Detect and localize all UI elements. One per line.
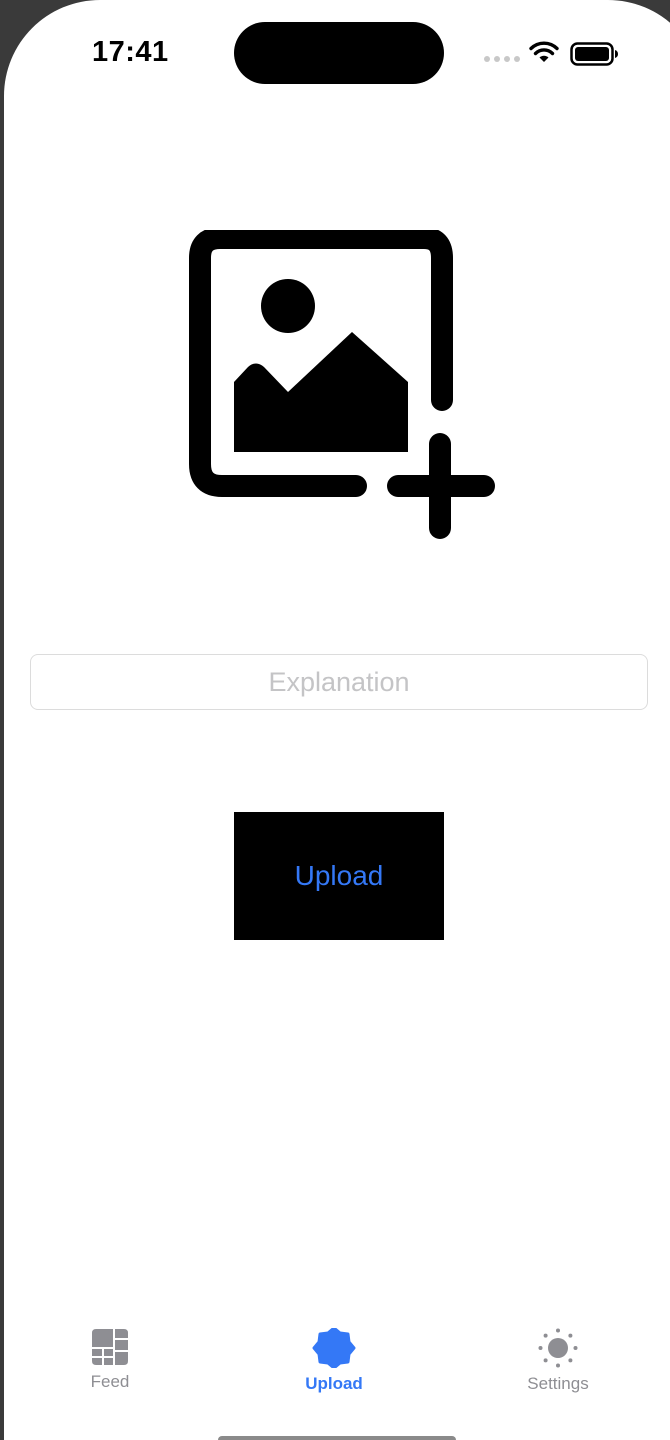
tab-upload-label: Upload <box>305 1374 363 1393</box>
tab-settings[interactable]: Settings <box>488 1328 628 1408</box>
battery-icon <box>570 42 618 66</box>
explanation-input[interactable] <box>30 654 648 710</box>
wifi-icon <box>529 41 559 62</box>
sun-icon <box>538 1328 578 1368</box>
tab-feed-label: Feed <box>90 1372 130 1391</box>
screen: 17:41 Up <box>4 0 670 1440</box>
home-indicator <box>218 1436 456 1440</box>
status-indicators <box>484 38 624 68</box>
device-frame: 17:41 Up <box>0 0 670 1440</box>
dynamic-island <box>234 22 444 84</box>
tab-settings-label: Settings <box>527 1374 589 1393</box>
tab-bar: Feed Upload Settings <box>0 1318 670 1440</box>
badge-icon <box>312 1328 356 1368</box>
status-time: 17:41 <box>92 36 169 68</box>
grid-icon <box>92 1329 128 1365</box>
tab-feed[interactable]: Feed <box>40 1328 180 1408</box>
upload-button[interactable]: Upload <box>234 812 444 940</box>
photo-badge-plus-icon[interactable] <box>186 230 498 542</box>
tab-upload[interactable]: Upload <box>264 1328 404 1408</box>
cellular-signal-icon <box>484 56 520 62</box>
